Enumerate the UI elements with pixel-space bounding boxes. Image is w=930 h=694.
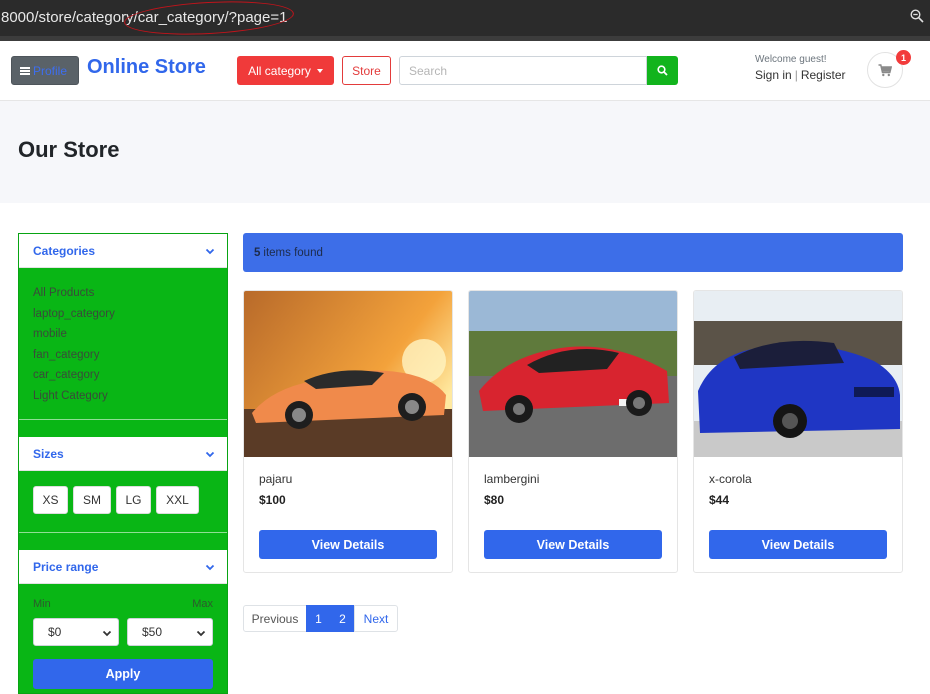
page-title: Our Store	[18, 137, 120, 162]
chevron-down-icon	[196, 630, 206, 637]
all-category-label: All category	[248, 63, 311, 78]
size-option-lg[interactable]: LG	[116, 486, 151, 514]
all-category-dropdown[interactable]: All category	[237, 56, 334, 85]
product-name[interactable]: pajaru	[259, 472, 292, 486]
category-item[interactable]: All Products	[33, 283, 115, 304]
sizes-header[interactable]: Sizes	[19, 437, 227, 471]
hamburger-icon	[20, 66, 30, 75]
shopping-cart-icon	[878, 63, 892, 76]
red-annotation-circle	[123, 0, 295, 39]
filter-sidebar: Categories All Products laptop_category …	[18, 233, 228, 694]
product-image[interactable]	[244, 291, 452, 457]
auth-links: Sign in | Register	[755, 68, 846, 82]
min-price-value: $0	[48, 625, 62, 639]
site-header: Profile Online Store All category Store …	[0, 41, 930, 101]
product-card[interactable]: lambergini $80 View Details	[468, 290, 678, 573]
sign-in-link[interactable]: Sign in	[755, 68, 792, 82]
product-price: $100	[259, 493, 286, 507]
brand-logo[interactable]: Online Store	[87, 56, 206, 79]
product-price: $44	[709, 493, 730, 507]
page-button-1[interactable]: 1	[306, 605, 331, 632]
zoom-out-icon[interactable]	[910, 9, 924, 23]
chevron-down-icon	[205, 451, 215, 458]
category-item[interactable]: mobile	[33, 324, 115, 345]
results-count-bar: 5 items found	[243, 233, 903, 272]
categories-title: Categories	[33, 243, 96, 258]
section-divider	[19, 532, 227, 533]
product-price: $80	[484, 493, 505, 507]
search-button[interactable]	[647, 56, 678, 85]
max-price-value: $50	[142, 625, 163, 639]
page-button-2[interactable]: 2	[330, 605, 355, 632]
profile-label: Profile	[33, 63, 68, 78]
apply-button[interactable]: Apply	[33, 659, 213, 689]
browser-address-bar[interactable]: 8000/store/category/car_category/?page=1	[0, 0, 930, 39]
sizes-title: Sizes	[33, 446, 64, 461]
min-label: Min	[33, 598, 51, 610]
price-range-title: Price range	[33, 559, 99, 574]
price-range-header[interactable]: Price range	[19, 550, 227, 584]
caret-down-icon	[316, 68, 323, 73]
welcome-text: Welcome guest!	[755, 54, 827, 65]
size-option-xxl[interactable]: XXL	[156, 486, 199, 514]
max-label: Max	[192, 598, 213, 610]
profile-button[interactable]: Profile	[11, 56, 79, 85]
search-input[interactable]	[399, 56, 647, 85]
size-option-sm[interactable]: SM	[73, 486, 111, 514]
view-details-button[interactable]: View Details	[484, 530, 662, 559]
size-option-xs[interactable]: XS	[33, 486, 68, 514]
product-card[interactable]: x-corola $44 View Details	[693, 290, 903, 573]
section-divider	[19, 419, 227, 420]
results-label: items found	[263, 246, 323, 259]
product-name[interactable]: x-corola	[709, 472, 752, 486]
results-count: 5	[254, 246, 261, 259]
max-price-select[interactable]: $50	[127, 618, 213, 646]
min-price-select[interactable]: $0	[33, 618, 119, 646]
search-icon	[657, 65, 668, 76]
size-options: XS SM LG XXL	[33, 486, 199, 514]
categories-header[interactable]: Categories	[19, 234, 227, 268]
register-link[interactable]: Register	[801, 68, 846, 82]
product-card[interactable]: pajaru $100 View Details	[243, 290, 453, 573]
product-image[interactable]	[694, 291, 902, 457]
cart-count-badge: 1	[896, 50, 911, 65]
view-details-button[interactable]: View Details	[709, 530, 887, 559]
chevron-down-icon	[205, 564, 215, 571]
category-list: All Products laptop_category mobile fan_…	[33, 283, 115, 407]
previous-page-button[interactable]: Previous	[243, 605, 307, 632]
chevron-down-icon	[102, 630, 112, 637]
product-image[interactable]	[469, 291, 677, 457]
view-details-button[interactable]: View Details	[259, 530, 437, 559]
auth-separator: |	[794, 68, 798, 82]
page-title-band: Our Store	[0, 101, 930, 203]
category-item[interactable]: Light Category	[33, 386, 115, 407]
store-button[interactable]: Store	[342, 56, 391, 85]
next-page-button[interactable]: Next	[354, 605, 398, 632]
category-item[interactable]: fan_category	[33, 345, 115, 366]
chevron-down-icon	[205, 248, 215, 255]
product-name[interactable]: lambergini	[484, 472, 539, 486]
pagination: Previous 1 2 Next	[243, 605, 398, 632]
category-item[interactable]: car_category	[33, 365, 115, 386]
category-item[interactable]: laptop_category	[33, 304, 115, 325]
